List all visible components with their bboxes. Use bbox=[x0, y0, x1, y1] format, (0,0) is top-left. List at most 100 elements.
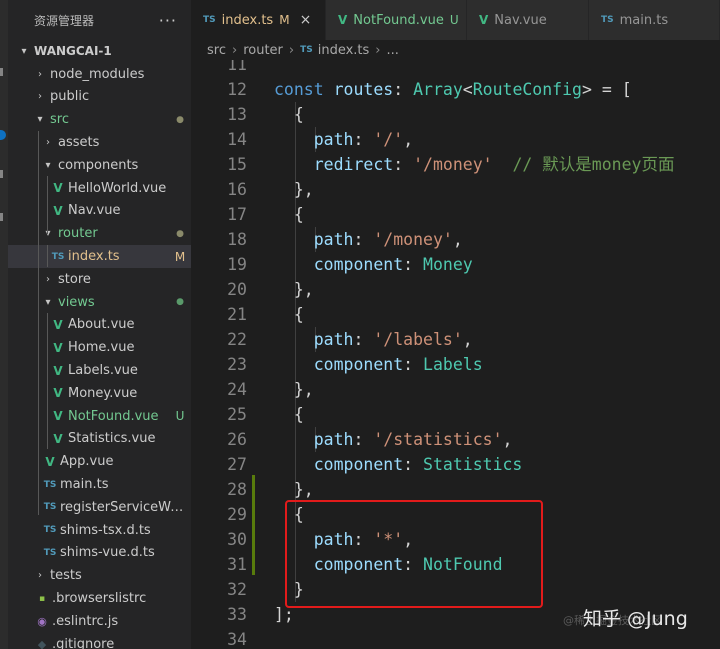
tree-item[interactable]: TS shims-tsx.d.ts bbox=[8, 519, 191, 542]
vue-file-icon: V bbox=[479, 13, 489, 27]
tree-item[interactable]: ▾ views ● bbox=[8, 291, 191, 314]
tree-item-label: HelloWorld.vue bbox=[68, 180, 167, 196]
chevron-right-icon: › bbox=[46, 273, 50, 285]
git-status-badge: M bbox=[174, 249, 186, 264]
breadcrumb-item[interactable]: index.ts bbox=[318, 43, 370, 58]
chevron-right-icon: › bbox=[375, 42, 381, 58]
tree-item[interactable]: ▾ components bbox=[8, 154, 191, 177]
tree-item[interactable]: V NotFound.vue U bbox=[8, 405, 191, 428]
code-token: Money bbox=[423, 255, 473, 274]
breadcrumb-item[interactable]: src bbox=[207, 43, 226, 58]
breadcrumb-item[interactable]: router bbox=[243, 43, 283, 58]
project-root[interactable]: ▾ WANGCAI-1 bbox=[8, 40, 191, 63]
tree-item[interactable]: ▾ src ● bbox=[8, 108, 191, 131]
tree-item[interactable]: V Money.vue bbox=[8, 382, 191, 405]
line-number: 20 bbox=[227, 280, 247, 299]
vue-file-icon: V bbox=[53, 317, 63, 332]
tree-item-label: .eslintrc.js bbox=[52, 613, 119, 629]
tree-item[interactable]: V About.vue bbox=[8, 314, 191, 337]
tab-label: NotFound.vue bbox=[353, 12, 444, 28]
tree-item[interactable]: V Statistics.vue bbox=[8, 428, 191, 451]
tree-item-label: .browserslistrc bbox=[52, 591, 147, 607]
tree-item-label: tests bbox=[50, 568, 82, 584]
tree-item[interactable]: › store bbox=[8, 268, 191, 291]
code-token: { bbox=[274, 505, 304, 524]
code-token: : bbox=[353, 230, 374, 249]
tree-item[interactable]: V Home.vue bbox=[8, 336, 191, 359]
tree-item-label: index.ts bbox=[68, 249, 120, 265]
tree-item[interactable]: V Labels.vue bbox=[8, 359, 191, 382]
more-actions-icon[interactable]: ··· bbox=[159, 11, 177, 30]
tree-item-label: components bbox=[58, 157, 139, 173]
tree-item[interactable]: › public bbox=[8, 86, 191, 109]
code-line: }, bbox=[274, 177, 314, 202]
line-number: 34 bbox=[227, 630, 247, 649]
tree-item[interactable]: ◉ .eslintrc.js bbox=[8, 610, 191, 633]
activity-icon[interactable] bbox=[0, 68, 3, 76]
code-token: < bbox=[462, 80, 473, 99]
git-file-icon: ◆ bbox=[37, 637, 47, 649]
eslint-file-icon: ◉ bbox=[37, 614, 47, 628]
tab-nav-vue[interactable]: V Nav.vue bbox=[467, 0, 589, 40]
tree-item[interactable]: › tests bbox=[8, 564, 191, 587]
tree-item-label: main.ts bbox=[60, 477, 109, 493]
tab-main-ts[interactable]: TS main.ts bbox=[589, 0, 720, 40]
line-number: 31 bbox=[227, 555, 247, 574]
code-token: : bbox=[393, 155, 414, 174]
tree-item[interactable]: TS index.ts M bbox=[8, 245, 191, 268]
vue-file-icon: V bbox=[53, 363, 63, 378]
line-number: 12 bbox=[227, 80, 247, 99]
code-token: redirect bbox=[313, 155, 394, 174]
code-token: path bbox=[313, 330, 354, 349]
tree-item[interactable]: V Nav.vue bbox=[8, 200, 191, 223]
code-token: ]; bbox=[274, 605, 294, 624]
tree-item[interactable]: TS shims-vue.d.ts bbox=[8, 542, 191, 565]
code-line: }, bbox=[274, 377, 314, 402]
vue-file-icon: V bbox=[338, 13, 348, 27]
vue-file-icon: V bbox=[53, 431, 63, 446]
code-token: }, bbox=[274, 380, 314, 399]
typescript-file-icon: TS bbox=[300, 45, 313, 55]
tree-item[interactable]: ▪ .browserslistrc bbox=[8, 587, 191, 610]
code-line: { bbox=[274, 102, 304, 127]
git-change-gutter-marker bbox=[252, 475, 255, 575]
tree-item[interactable]: › assets bbox=[8, 131, 191, 154]
tree-item-label: shims-tsx.d.ts bbox=[60, 522, 151, 538]
tab-notfound-vue[interactable]: V NotFound.vue U bbox=[326, 0, 467, 40]
activity-icon[interactable] bbox=[0, 170, 3, 178]
tree-item[interactable]: TS main.ts bbox=[8, 473, 191, 496]
tree-item[interactable]: ▾ router ● bbox=[8, 222, 191, 245]
code-token: { bbox=[274, 105, 304, 124]
line-number: 22 bbox=[227, 330, 247, 349]
code-token: : bbox=[403, 355, 424, 374]
tree-item[interactable]: TS registerServiceWork... bbox=[8, 496, 191, 519]
tree-item-label: registerServiceWork... bbox=[60, 499, 191, 515]
source-control-badge-icon[interactable] bbox=[0, 130, 6, 140]
tree-item[interactable]: V HelloWorld.vue bbox=[8, 177, 191, 200]
activity-icon[interactable] bbox=[0, 213, 3, 221]
code-line: redirect: '/money' // 默认是money页面 bbox=[274, 152, 675, 177]
breadcrumb-item[interactable]: ... bbox=[387, 43, 399, 58]
line-number: 18 bbox=[227, 230, 247, 249]
code-editor[interactable]: @稀土掘金技术社区 知乎 @Jung 11 12 const routes: Arr… bbox=[191, 60, 720, 649]
tree-item-label: About.vue bbox=[68, 317, 135, 333]
code-line: component: Money bbox=[274, 252, 473, 277]
tree-item-label: .gitignore bbox=[52, 636, 115, 649]
tree-item[interactable]: › node_modules bbox=[8, 63, 191, 86]
tree-item[interactable]: ◆ .gitignore bbox=[8, 633, 191, 649]
tab-index-ts[interactable]: TS index.ts M × bbox=[191, 0, 326, 40]
code-line: component: Statistics bbox=[274, 452, 523, 477]
chevron-right-icon: › bbox=[38, 91, 42, 103]
code-line: { bbox=[274, 502, 304, 527]
code-line: const routes: Array<RouteConfig> = [ bbox=[274, 77, 632, 102]
tree-item-label: shims-vue.d.ts bbox=[60, 545, 155, 561]
code-token: '/' bbox=[373, 130, 404, 149]
code-line: path: '/', bbox=[274, 127, 413, 152]
close-icon[interactable]: × bbox=[300, 12, 312, 28]
code-token: RouteConfig bbox=[472, 80, 582, 99]
tree-item[interactable]: V App.vue bbox=[8, 450, 191, 473]
code-token: { bbox=[274, 205, 304, 224]
